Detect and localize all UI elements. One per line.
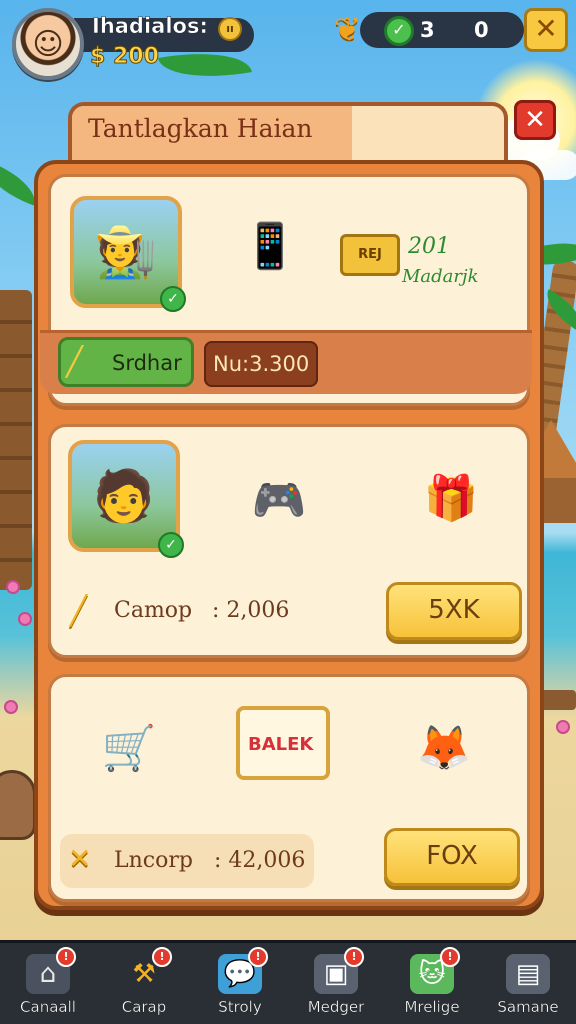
hammer-icon: ╱	[70, 594, 87, 627]
flame-icon: ❦	[334, 10, 361, 48]
nav-label: Medger	[307, 998, 365, 1016]
notification-badge: !	[152, 947, 172, 967]
stat-label: Camop	[114, 598, 193, 623]
nav-label: Samane	[497, 998, 559, 1016]
notification-badge: !	[248, 947, 268, 967]
stat-label: Lncorp	[114, 848, 193, 873]
flower	[4, 700, 18, 714]
buy-button-3[interactable]: FOX	[384, 828, 520, 886]
nav-item-carap[interactable]: ⚒ Carap !	[96, 943, 192, 1024]
notification-badge: !	[440, 947, 460, 967]
nav-label: Canaall	[20, 998, 76, 1016]
action-label: Srdhar	[112, 351, 182, 375]
nav-item-mrelige[interactable]: 🐱 Mrelige !	[384, 943, 480, 1024]
check-icon: ✓	[160, 286, 186, 312]
sign-text: BALEK	[248, 734, 314, 755]
player-badge-icon[interactable]: ıı	[218, 17, 242, 41]
cart-star-art: 🛒	[101, 723, 157, 774]
nav-item-samane[interactable]: ▤ Samane	[480, 943, 576, 1024]
notification-badge: !	[56, 947, 76, 967]
flower	[6, 580, 20, 594]
notification-badge: !	[344, 947, 364, 967]
resource-bar: ❦ ✓ 3 0 ✕	[334, 8, 568, 52]
bottom-nav: ⌂ Canaall ! ⚒ Carap ! 💬 Stroly ! ▣ Medge…	[0, 940, 576, 1024]
check-icon: ✓	[158, 532, 184, 558]
flower	[556, 720, 570, 734]
resource-value-1: 3	[420, 18, 435, 42]
pet-fox-art: 🦊	[416, 723, 472, 774]
totem-pole	[0, 290, 32, 590]
buy-button-2[interactable]: 5XK	[386, 582, 522, 640]
level-number: 201	[408, 234, 450, 259]
nav-item-canaall[interactable]: ⌂ Canaall !	[0, 943, 96, 1024]
player-name: Ihadialos:	[92, 14, 208, 39]
hammer-icon: ╱	[66, 345, 83, 378]
panel-close-button[interactable]: ✕	[514, 100, 556, 140]
stat-value: : 42,006	[214, 848, 306, 873]
price-value: Nu:3.300	[213, 352, 310, 376]
chest-icon: ▤	[506, 954, 550, 994]
player-coins: $ 200	[90, 44, 160, 70]
gift-boxes-art: 🎁	[423, 473, 479, 524]
nav-label: Mrelige	[404, 998, 460, 1016]
level-name: Madarjk	[402, 266, 479, 287]
player-avatar[interactable]: ☺	[12, 8, 84, 80]
ticket-icon: REJ	[340, 234, 400, 276]
panel-title: Tantlagkan Haian	[88, 114, 313, 143]
dog-character	[0, 770, 36, 840]
console-star-art: 🎮	[251, 475, 307, 526]
avatar-face-icon: ☺	[32, 26, 64, 62]
flower	[18, 612, 32, 626]
hud-close-button[interactable]: ✕	[524, 8, 568, 52]
stat-value: : 2,006	[212, 598, 290, 623]
nav-label: Stroly	[218, 998, 262, 1016]
nav-item-medger[interactable]: ▣ Medger !	[288, 943, 384, 1024]
phone-gifts-art: 📱	[242, 221, 298, 272]
nav-label: Carap	[121, 998, 167, 1016]
nav-item-stroly[interactable]: 💬 Stroly !	[192, 943, 288, 1024]
resource-value-2: 0	[474, 18, 489, 42]
gem-icon[interactable]: ✓	[384, 16, 414, 46]
cross-icon: ✕	[68, 842, 92, 875]
